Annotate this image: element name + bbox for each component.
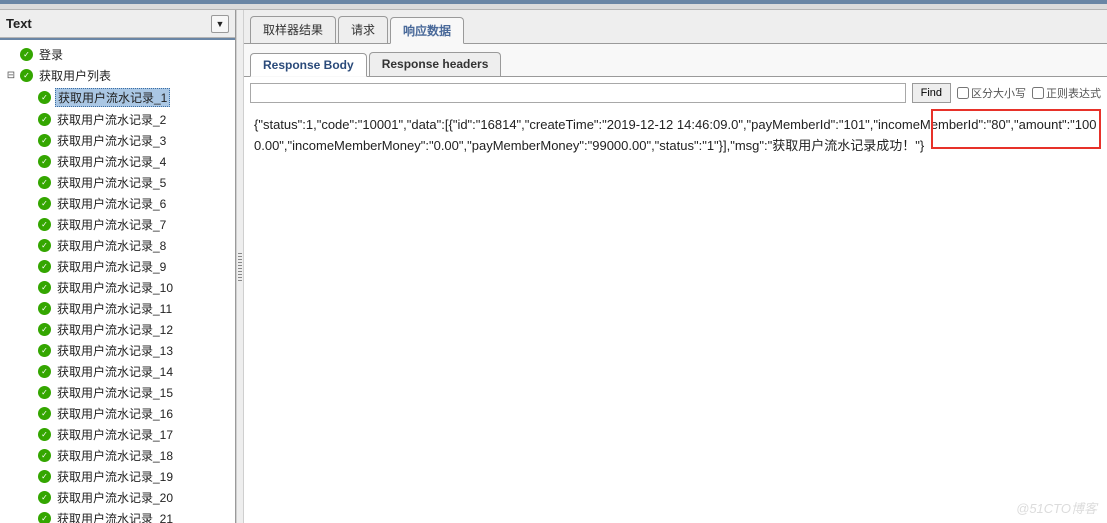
splitter-grip — [238, 253, 242, 281]
success-icon: ✓ — [20, 69, 33, 82]
success-icon: ✓ — [38, 407, 51, 420]
success-icon: ✓ — [38, 302, 51, 315]
success-icon: ✓ — [38, 113, 51, 126]
left-header-title: Text — [6, 16, 32, 31]
success-icon: ✓ — [38, 512, 51, 523]
tree-node-label: 获取用户流水记录_8 — [55, 237, 168, 254]
tree-node-label: 获取用户流水记录_1 — [55, 88, 170, 107]
success-icon: ✓ — [38, 323, 51, 336]
find-button[interactable]: Find — [912, 83, 951, 103]
success-icon: ✓ — [38, 91, 51, 104]
tree-node-label: 获取用户流水记录_17 — [55, 426, 175, 443]
success-icon: ✓ — [38, 386, 51, 399]
case-sensitive-input[interactable] — [957, 87, 969, 99]
columns: Text ▼ ✓ 登录 ⊟ ✓ 获取用户列表 ✓ 获取用户流水记录_1 ✓ 获取用户流水记录_2… — [0, 10, 1107, 523]
tree-node-label: 获取用户流水记录_20 — [55, 489, 175, 506]
view-mode-dropdown[interactable]: ▼ — [211, 15, 229, 33]
app-root: Text ▼ ✓ 登录 ⊟ ✓ 获取用户列表 ✓ 获取用户流水记录_1 ✓ 获取用户流水记录_2… — [0, 0, 1107, 523]
results-tree[interactable]: ✓ 登录 ⊟ ✓ 获取用户列表 ✓ 获取用户流水记录_1 ✓ 获取用户流水记录_2 ✓ 获取用户流水… — [0, 38, 235, 523]
case-sensitive-checkbox[interactable]: 区分大小写 — [957, 85, 1026, 101]
tree-node[interactable]: ✓ 获取用户流水记录_15 — [0, 382, 235, 403]
success-icon: ✓ — [38, 428, 51, 441]
top-tabs: 取样器结果请求响应数据 — [244, 10, 1107, 44]
response-text: {"status":1,"code":"10001","data":[{"id"… — [254, 117, 1096, 153]
tree-node[interactable]: ✓ 获取用户流水记录_18 — [0, 445, 235, 466]
find-row: Find 区分大小写 正则表达式 — [244, 77, 1107, 109]
tree-node[interactable]: ✓ 获取用户流水记录_16 — [0, 403, 235, 424]
success-icon: ✓ — [38, 176, 51, 189]
tree-node[interactable]: ✓ 获取用户流水记录_21 — [0, 508, 235, 523]
watermark: @51CTO博客 — [1016, 498, 1097, 517]
regex-input[interactable] — [1032, 87, 1044, 99]
sub-tabs: Response BodyResponse headers — [244, 44, 1107, 77]
tree-node[interactable]: ✓ 获取用户流水记录_17 — [0, 424, 235, 445]
success-icon: ✓ — [38, 491, 51, 504]
left-pane: Text ▼ ✓ 登录 ⊟ ✓ 获取用户列表 ✓ 获取用户流水记录_1 ✓ 获取用户流水记录_2… — [0, 10, 236, 523]
success-icon: ✓ — [38, 134, 51, 147]
find-input[interactable] — [250, 83, 906, 103]
tree-node[interactable]: ✓ 获取用户流水记录_11 — [0, 298, 235, 319]
regex-checkbox[interactable]: 正则表达式 — [1032, 85, 1101, 101]
tab[interactable]: 响应数据 — [390, 17, 464, 44]
tree-node-label: 获取用户流水记录_14 — [55, 363, 175, 380]
tree-node[interactable]: ✓ 获取用户流水记录_7 — [0, 214, 235, 235]
tree-node-label: 获取用户流水记录_3 — [55, 132, 168, 149]
tree-node-label: 获取用户流水记录_11 — [55, 300, 174, 317]
success-icon: ✓ — [38, 449, 51, 462]
tree-node-label: 获取用户列表 — [37, 67, 113, 84]
success-icon: ✓ — [20, 48, 33, 61]
tree-node[interactable]: ✓ 登录 — [0, 44, 235, 65]
success-icon: ✓ — [38, 260, 51, 273]
tree-node-label: 获取用户流水记录_18 — [55, 447, 175, 464]
tab[interactable]: 请求 — [338, 16, 388, 43]
tree-node-label: 获取用户流水记录_4 — [55, 153, 168, 170]
left-header: Text ▼ — [0, 10, 235, 38]
tree-node[interactable]: ✓ 获取用户流水记录_20 — [0, 487, 235, 508]
tab[interactable]: Response Body — [250, 53, 367, 77]
tree-node-label: 获取用户流水记录_21 — [55, 510, 175, 523]
tree-node-label: 获取用户流水记录_19 — [55, 468, 175, 485]
tree-node[interactable]: ✓ 获取用户流水记录_12 — [0, 319, 235, 340]
success-icon: ✓ — [38, 197, 51, 210]
tree-node[interactable]: ⊟ ✓ 获取用户列表 — [0, 65, 235, 86]
tree-node-label: 获取用户流水记录_15 — [55, 384, 175, 401]
success-icon: ✓ — [38, 218, 51, 231]
tree-node-label: 获取用户流水记录_6 — [55, 195, 168, 212]
tree-node-label: 获取用户流水记录_7 — [55, 216, 168, 233]
case-sensitive-label: 区分大小写 — [971, 85, 1026, 101]
tree-node[interactable]: ✓ 获取用户流水记录_1 — [0, 86, 235, 109]
success-icon: ✓ — [38, 281, 51, 294]
tree-node[interactable]: ✓ 获取用户流水记录_14 — [0, 361, 235, 382]
tree-node-label: 获取用户流水记录_16 — [55, 405, 175, 422]
success-icon: ✓ — [38, 344, 51, 357]
tree-node[interactable]: ✓ 获取用户流水记录_6 — [0, 193, 235, 214]
response-body[interactable]: {"status":1,"code":"10001","data":[{"id"… — [244, 109, 1107, 523]
success-icon: ✓ — [38, 155, 51, 168]
tree-node[interactable]: ✓ 获取用户流水记录_3 — [0, 130, 235, 151]
tab[interactable]: 取样器结果 — [250, 16, 336, 43]
tree-node-label: 获取用户流水记录_5 — [55, 174, 168, 191]
success-icon: ✓ — [38, 470, 51, 483]
right-pane: 取样器结果请求响应数据 Response BodyResponse header… — [244, 10, 1107, 523]
tree-node-label: 获取用户流水记录_12 — [55, 321, 175, 338]
tree-node[interactable]: ✓ 获取用户流水记录_19 — [0, 466, 235, 487]
tree-node-label: 登录 — [37, 46, 65, 63]
expand-toggle-icon[interactable]: ⊟ — [6, 70, 16, 81]
tree-node[interactable]: ✓ 获取用户流水记录_13 — [0, 340, 235, 361]
tree-node[interactable]: ✓ 获取用户流水记录_5 — [0, 172, 235, 193]
tree-node[interactable]: ✓ 获取用户流水记录_8 — [0, 235, 235, 256]
tree-node-label: 获取用户流水记录_10 — [55, 279, 175, 296]
tree-node-label: 获取用户流水记录_9 — [55, 258, 168, 275]
tree-node[interactable]: ✓ 获取用户流水记录_10 — [0, 277, 235, 298]
splitter[interactable] — [236, 10, 244, 523]
tree-node-label: 获取用户流水记录_2 — [55, 111, 168, 128]
tree-node-label: 获取用户流水记录_13 — [55, 342, 175, 359]
tab[interactable]: Response headers — [369, 52, 502, 76]
success-icon: ✓ — [38, 365, 51, 378]
tree-node[interactable]: ✓ 获取用户流水记录_2 — [0, 109, 235, 130]
success-icon: ✓ — [38, 239, 51, 252]
tree-node[interactable]: ✓ 获取用户流水记录_9 — [0, 256, 235, 277]
regex-label: 正则表达式 — [1046, 85, 1101, 101]
tree-node[interactable]: ✓ 获取用户流水记录_4 — [0, 151, 235, 172]
